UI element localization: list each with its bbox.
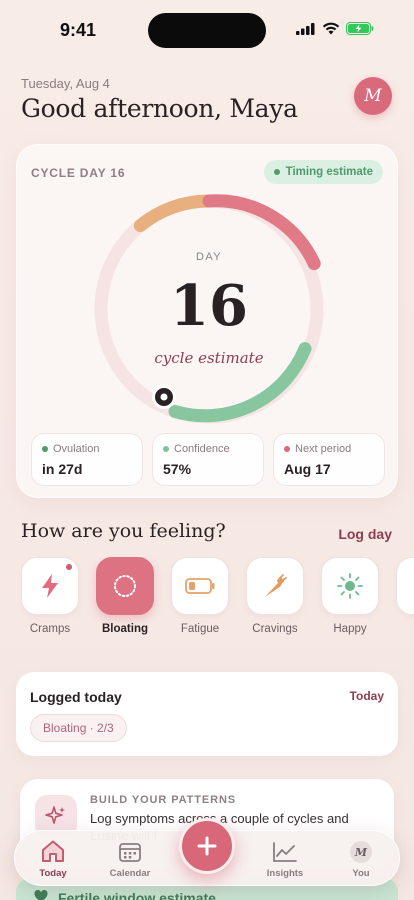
battery-low-icon: [185, 578, 215, 594]
mood-tile[interactable]: [246, 557, 304, 615]
mood-bloating[interactable]: Bloating: [96, 557, 154, 635]
stat-next-period[interactable]: Next period Aug 17: [273, 433, 385, 486]
status-dot: [163, 446, 169, 452]
mood-more[interactable]: [396, 557, 414, 615]
mood-tile[interactable]: [396, 557, 414, 615]
stat-value: in 27d: [42, 461, 83, 477]
logged-today-card[interactable]: Logged today Today Bloating · 2/3: [16, 672, 398, 756]
greeting-title: Good afternoon, Maya: [21, 94, 298, 123]
carrot-icon: [265, 574, 287, 597]
tab-calendar[interactable]: Calendar: [102, 839, 158, 879]
plus-icon: [197, 836, 217, 856]
stat-value: Aug 17: [284, 461, 331, 477]
cycle-estimate-subtitle: cycle estimate: [154, 349, 264, 367]
mood-label: Happy: [333, 623, 367, 635]
patterns-kicker: BUILD YOUR PATTERNS: [90, 794, 237, 806]
mood-list: Cramps Bloating Fatigue Cravings Happy: [21, 557, 414, 643]
home-icon: [42, 840, 64, 862]
add-log-button[interactable]: [179, 818, 235, 874]
stat-label: Next period: [295, 443, 352, 455]
cycle-stats: Ovulation in 27d Confidence 57% Next per…: [31, 433, 385, 486]
calendar-icon: [119, 843, 141, 862]
mood-cravings[interactable]: Cravings: [246, 557, 304, 635]
mood-tile[interactable]: [321, 557, 379, 615]
cycle-day-label: CYCLE DAY 16: [31, 166, 126, 180]
mood-label: Cravings: [252, 623, 298, 635]
mood-tile[interactable]: [21, 557, 79, 615]
avatar[interactable]: M: [354, 77, 392, 115]
heart-icon: [34, 890, 48, 900]
stat-value: 57%: [163, 461, 192, 477]
tab-avatar: M: [350, 841, 372, 863]
battery-charging-icon: [346, 22, 374, 35]
cycle-card[interactable]: CYCLE DAY 16 Timing estimate DAY 16 cycl…: [16, 144, 398, 498]
status-bar: 9:41: [0, 0, 414, 60]
mood-label: Fatigue: [180, 623, 220, 635]
stat-label: Ovulation: [53, 443, 100, 455]
tab-insights[interactable]: Insights: [257, 839, 313, 879]
tab-label: Today: [39, 868, 67, 879]
mood-tile[interactable]: [96, 557, 154, 615]
lightning-icon: [42, 574, 58, 598]
tab-label: You: [352, 868, 370, 879]
mood-happy[interactable]: Happy: [321, 557, 379, 635]
feelings-title: How are you feeling?: [21, 520, 226, 542]
status-dot: [42, 446, 48, 452]
fertile-window-label: Fertile window estimate: [58, 890, 216, 900]
logged-today-title: Logged today: [30, 689, 122, 705]
tab-label: Insights: [266, 868, 304, 879]
symptom-chip[interactable]: Bloating · 2/3: [30, 714, 127, 742]
mood-tile[interactable]: [171, 557, 229, 615]
status-dot: [284, 446, 290, 452]
sun-icon: [337, 573, 363, 599]
unread-dot: [66, 564, 72, 570]
mood-cramps[interactable]: Cramps: [21, 557, 79, 635]
cycle-day-number: 16: [170, 273, 248, 339]
log-day-link[interactable]: Log day: [338, 526, 392, 542]
header-date: Tuesday, Aug 4: [21, 76, 110, 91]
wifi-icon: [322, 22, 340, 35]
ring-day-label: DAY: [195, 251, 222, 263]
status-icons: [296, 22, 374, 35]
signal-icon: [296, 22, 315, 35]
stat-ovulation[interactable]: Ovulation in 27d: [31, 433, 143, 486]
tab-you[interactable]: M You: [333, 839, 389, 879]
tab-today[interactable]: Today: [25, 839, 81, 879]
cycle-ring-center: DAY 16 cycle estimate: [91, 191, 327, 427]
tab-label: Calendar: [109, 868, 151, 879]
logged-today-link[interactable]: Today: [350, 689, 384, 703]
stat-label: Confidence: [174, 443, 230, 455]
timing-estimate-badge: Timing estimate: [263, 160, 383, 184]
mood-label: Bloating: [102, 623, 148, 635]
dotted-circle-icon: [114, 575, 136, 597]
mood-fatigue[interactable]: Fatigue: [171, 557, 229, 635]
dynamic-island: [148, 13, 266, 48]
status-time: 9:41: [60, 20, 97, 40]
chart-line-icon: [273, 842, 297, 862]
mood-label: Cramps: [29, 623, 71, 635]
stat-confidence[interactable]: Confidence 57%: [152, 433, 264, 486]
